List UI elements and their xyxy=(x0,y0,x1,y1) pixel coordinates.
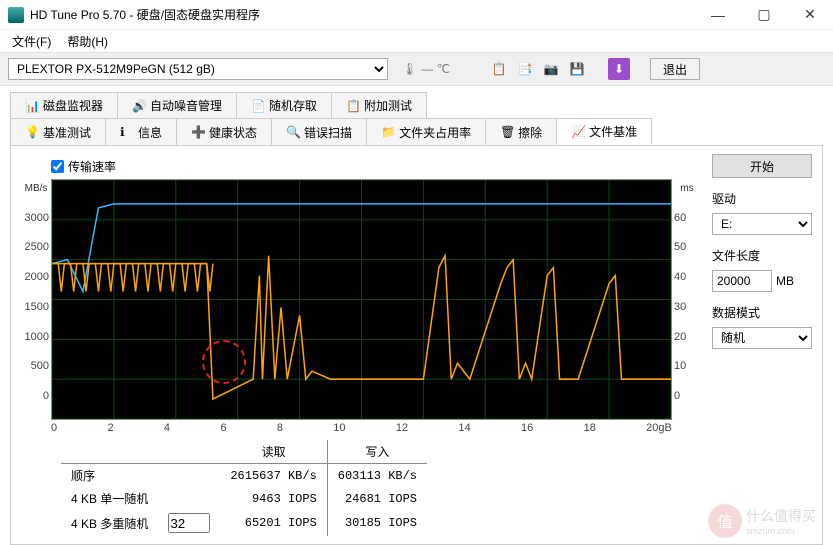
drive-label: 驱动 xyxy=(712,190,812,207)
tab-folder-usage[interactable]: 📁文件夹占用率 xyxy=(366,118,486,145)
minimize-button[interactable]: — xyxy=(695,0,741,30)
transfer-rate-checkbox[interactable]: 传输速率 xyxy=(51,158,702,175)
drive-select[interactable]: PLEXTOR PX-512M9PeGN (512 gB) xyxy=(8,58,388,80)
close-button[interactable]: ✕ xyxy=(787,0,833,30)
temperature-readout: 🌡 — ℃ xyxy=(392,62,460,76)
trash-icon: 🗑 xyxy=(500,125,514,139)
toolbar: PLEXTOR PX-512M9PeGN (512 gB) 🌡 — ℃ 📋 📑 … xyxy=(0,52,833,86)
settings-icon[interactable]: ⬇ xyxy=(608,58,630,80)
file-bench-icon: 📈 xyxy=(571,125,585,139)
chart: MB/s 300025002000150010005000 ms 6050403… xyxy=(21,179,702,420)
menu-file[interactable]: 文件(F) xyxy=(4,31,59,52)
shuffle-icon: 📄 xyxy=(251,99,265,113)
copy-icon[interactable]: 📋 xyxy=(488,58,510,80)
tab-extra-tests[interactable]: 📋附加测试 xyxy=(331,92,427,118)
side-panel: 开始 驱动 E: 文件长度 MB 数据模式 随机 xyxy=(702,154,812,536)
file-length-input[interactable] xyxy=(712,270,772,292)
data-mode-select[interactable]: 随机 xyxy=(712,327,812,349)
mode-label: 数据模式 xyxy=(712,304,812,321)
save-icon[interactable]: 💾 xyxy=(566,58,588,80)
y-axis-left: MB/s 300025002000150010005000 xyxy=(21,179,51,420)
health-icon: ➕ xyxy=(191,125,205,139)
window-title: HD Tune Pro 5.70 - 硬盘/固态硬盘实用程序 xyxy=(30,6,695,23)
chart-icon: 📊 xyxy=(25,99,39,113)
search-icon: 🔍 xyxy=(286,125,300,139)
tab-erase[interactable]: 🗑擦除 xyxy=(485,118,557,145)
tab-error-scan[interactable]: 🔍错误扫描 xyxy=(271,118,367,145)
info-icon: ℹ xyxy=(120,125,134,139)
tab-aam[interactable]: 🔊自动噪音管理 xyxy=(117,92,237,118)
tab-random-access[interactable]: 📄随机存取 xyxy=(236,92,332,118)
y-axis-right: ms 6050403020100 xyxy=(672,179,702,420)
filelen-unit: MB xyxy=(776,274,794,288)
app-icon xyxy=(8,7,24,23)
copy-all-icon[interactable]: 📑 xyxy=(514,58,536,80)
titlebar: HD Tune Pro 5.70 - 硬盘/固态硬盘实用程序 — ▢ ✕ xyxy=(0,0,833,30)
maximize-button[interactable]: ▢ xyxy=(741,0,787,30)
start-button[interactable]: 开始 xyxy=(712,154,812,178)
content-panel: 传输速率 MB/s 300025002000150010005000 ms 60… xyxy=(10,145,823,545)
x-axis: 02468101214161820gB xyxy=(21,420,702,434)
gauge-icon: 💡 xyxy=(25,125,39,139)
tab-benchmark[interactable]: 💡基准测试 xyxy=(10,118,106,145)
tab-area: 📊磁盘监视器 🔊自动噪音管理 📄随机存取 📋附加测试 💡基准测试 ℹ信息 ➕健康… xyxy=(0,86,833,145)
menu-help[interactable]: 帮助(H) xyxy=(59,31,116,52)
speaker-icon: 🔊 xyxy=(132,99,146,113)
menubar: 文件(F) 帮助(H) xyxy=(0,30,833,52)
table-row: 顺序2615637 KB/s603113 KB/s xyxy=(61,464,427,488)
results-table: 读取写入 顺序2615637 KB/s603113 KB/s 4 KB 单一随机… xyxy=(21,440,702,536)
drive-letter-select[interactable]: E: xyxy=(712,213,812,235)
tab-health[interactable]: ➕健康状态 xyxy=(176,118,272,145)
screenshot-icon[interactable]: 📷 xyxy=(540,58,562,80)
table-row: 4 KB 单一随机9463 IOPS24681 IOPS xyxy=(61,487,427,510)
table-row: 4 KB 多重随机 65201 IOPS30185 IOPS xyxy=(61,510,427,536)
tab-disk-monitor[interactable]: 📊磁盘监视器 xyxy=(10,92,118,118)
thermometer-icon: 🌡 xyxy=(402,62,417,76)
queue-depth-input[interactable] xyxy=(168,513,210,533)
filelen-label: 文件长度 xyxy=(712,247,812,264)
tab-info[interactable]: ℹ信息 xyxy=(105,118,177,145)
clipboard-icon: 📋 xyxy=(346,99,360,113)
tab-file-benchmark[interactable]: 📈文件基准 xyxy=(556,118,652,145)
exit-button[interactable]: 退出 xyxy=(650,58,700,80)
folder-icon: 📁 xyxy=(381,125,395,139)
